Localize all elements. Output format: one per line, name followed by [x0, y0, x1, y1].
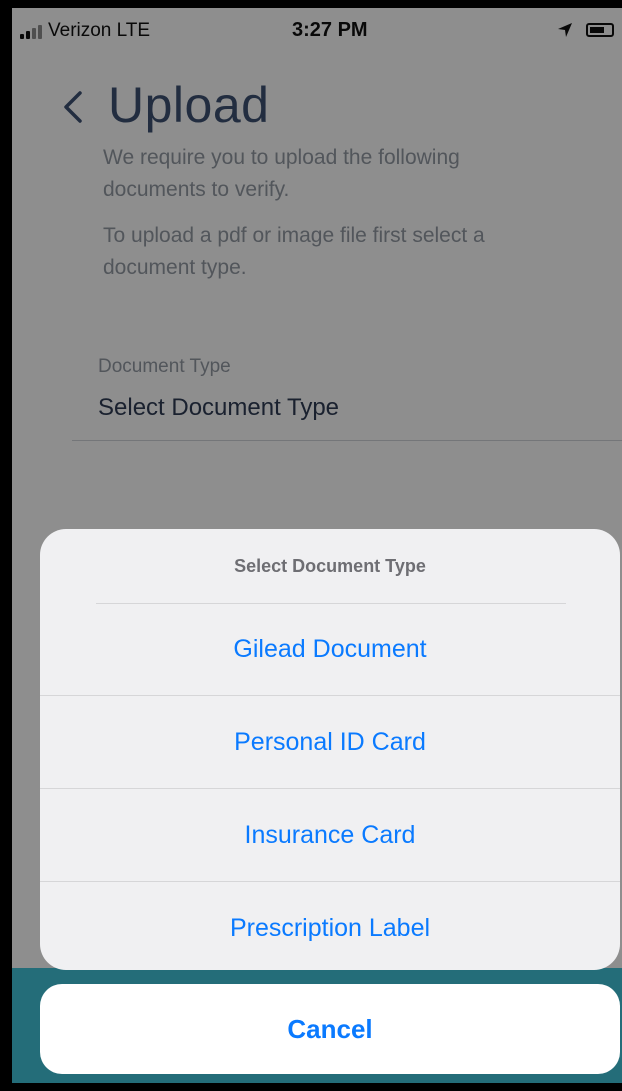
action-sheet-title: Select Document Type [234, 556, 426, 576]
option-gilead-document[interactable]: Gilead Document [40, 603, 620, 695]
option-insurance-card[interactable]: Insurance Card [40, 788, 620, 881]
action-sheet: Select Document Type Gilead Document Per… [40, 529, 620, 970]
cancel-button[interactable]: Cancel [40, 984, 620, 1074]
sheet-divider [96, 603, 566, 604]
option-personal-id-card[interactable]: Personal ID Card [40, 695, 620, 788]
option-prescription-label[interactable]: Prescription Label [40, 881, 620, 970]
action-sheet-options: Gilead Document Personal ID Card Insuran… [40, 603, 620, 970]
phone-frame: Verizon LTE 3:27 PM Upload We require yo… [0, 0, 622, 1091]
screen: Verizon LTE 3:27 PM Upload We require yo… [12, 8, 622, 1083]
